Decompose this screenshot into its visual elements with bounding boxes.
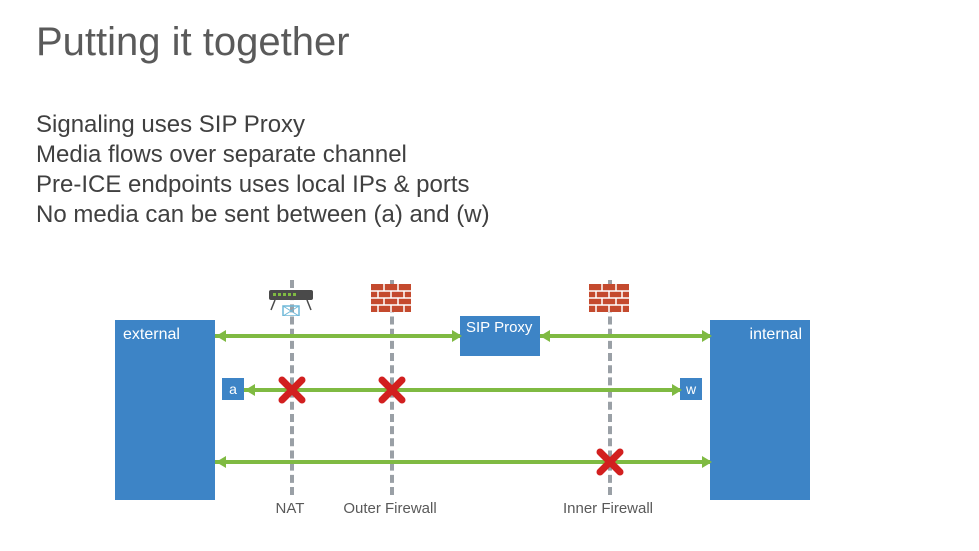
bullet-3: Pre-ICE endpoints uses local IPs & ports — [36, 170, 490, 200]
internal-block: internal — [710, 320, 810, 500]
arrow-left-icon — [245, 384, 255, 396]
router-icon — [267, 286, 315, 316]
block-x-icon — [378, 376, 406, 404]
arrow-right-icon — [702, 330, 712, 342]
network-diagram: external internal SIP Proxy a w NAT Oute… — [0, 280, 979, 540]
sip-proxy-label: SIP Proxy — [466, 319, 532, 336]
bullet-2: Media flows over separate channel — [36, 140, 490, 170]
nat-label: NAT — [240, 500, 340, 517]
inner-firewall-label: Inner Firewall — [558, 500, 658, 517]
arrow-right-icon — [702, 456, 712, 468]
endpoint-w: w — [680, 378, 702, 400]
arrow-right-icon — [672, 384, 682, 396]
media-line-blocked — [244, 388, 680, 392]
block-x-icon — [278, 376, 306, 404]
slide-bullets: Signaling uses SIP Proxy Media flows ove… — [36, 110, 490, 230]
inner-firewall-icon — [589, 284, 629, 312]
media-line-bottom — [215, 460, 710, 464]
internal-label: internal — [750, 326, 802, 344]
arrow-left-icon — [216, 456, 226, 468]
signaling-line-sip-internal — [540, 334, 710, 338]
slide-title: Putting it together — [36, 20, 350, 65]
arrow-left-icon — [216, 330, 226, 342]
signaling-line-external-sip — [215, 334, 460, 338]
sip-proxy-block: SIP Proxy — [460, 316, 540, 356]
block-x-icon — [596, 448, 624, 476]
outer-firewall-icon — [371, 284, 411, 312]
external-label: external — [123, 326, 180, 344]
arrow-left-icon — [540, 330, 550, 342]
outer-firewall-label: Outer Firewall — [340, 500, 440, 517]
external-block: external — [115, 320, 215, 500]
endpoint-a: a — [222, 378, 244, 400]
bullet-1: Signaling uses SIP Proxy — [36, 110, 490, 140]
bullet-4: No media can be sent between (a) and (w) — [36, 200, 490, 230]
arrow-right-icon — [452, 330, 462, 342]
